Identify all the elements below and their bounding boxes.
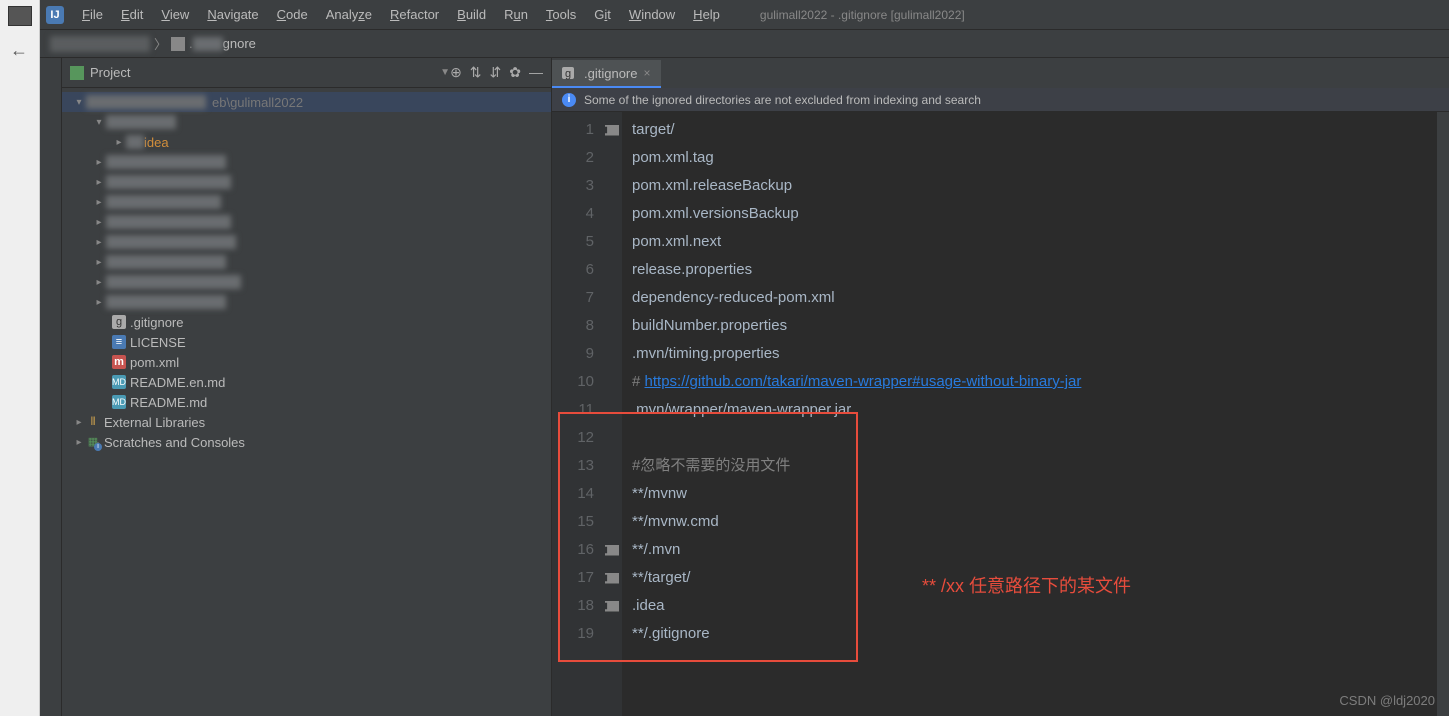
text-icon: ≡ bbox=[112, 335, 126, 349]
tree-root[interactable]: ▾ eb\gulimall2022 bbox=[62, 92, 551, 112]
window-icon bbox=[8, 6, 32, 26]
tree-idea-folder[interactable]: ▸idea bbox=[62, 132, 551, 152]
editor-notification[interactable]: i Some of the ignored directories are no… bbox=[552, 88, 1449, 112]
editor-tab-gitignore[interactable]: g .gitignore × bbox=[552, 60, 661, 88]
menu-git[interactable]: Git bbox=[586, 3, 619, 26]
gitignore-icon: g bbox=[112, 315, 126, 329]
tree-file-gitignore[interactable]: g.gitignore bbox=[62, 312, 551, 332]
code-content[interactable]: target/pom.xml.tagpom.xml.releaseBackupp… bbox=[622, 112, 1449, 716]
hide-icon[interactable]: — bbox=[529, 64, 543, 81]
fold-gutter bbox=[602, 112, 622, 716]
library-icon: ⫴ bbox=[86, 415, 100, 429]
tree-file-readme-en[interactable]: MDREADME.en.md bbox=[62, 372, 551, 392]
breadcrumb-blurred bbox=[193, 37, 223, 51]
back-arrow: ← bbox=[10, 40, 28, 61]
menu-run[interactable]: Run bbox=[496, 3, 536, 26]
maven-icon: m bbox=[112, 355, 126, 369]
menu-tools[interactable]: Tools bbox=[538, 3, 584, 26]
tree-file-readme[interactable]: MDREADME.md bbox=[62, 392, 551, 412]
project-tool-window: Project ▼ ⊕ ⇅ ⇵ ✿ — ▾ eb\gulimall2022 ▾ … bbox=[62, 58, 552, 716]
menu-file[interactable]: File bbox=[74, 3, 111, 26]
expand-all-icon[interactable]: ⇅ bbox=[470, 64, 482, 81]
code-editor[interactable]: 12345678910111213141516171819 target/pom… bbox=[552, 112, 1449, 716]
breadcrumb-bar: 〉 . gnore bbox=[40, 30, 1449, 58]
tree-folder[interactable]: ▸ bbox=[62, 192, 551, 212]
markdown-icon: MD bbox=[112, 375, 126, 389]
tree-file-license[interactable]: ≡LICENSE bbox=[62, 332, 551, 352]
file-icon bbox=[171, 37, 185, 51]
line-number-gutter: 12345678910111213141516171819 bbox=[552, 112, 602, 716]
menu-refactor[interactable]: Refactor bbox=[382, 3, 447, 26]
external-browser-frame: ← bbox=[0, 0, 40, 716]
ide-window: IJ File Edit View Navigate Code Analyze … bbox=[40, 0, 1449, 716]
notification-text: Some of the ignored directories are not … bbox=[584, 93, 981, 107]
dropdown-icon[interactable]: ▼ bbox=[440, 67, 450, 78]
watermark: CSDN @ldj2020 bbox=[1339, 693, 1435, 708]
select-opened-icon[interactable]: ⊕ bbox=[450, 64, 462, 81]
menu-navigate[interactable]: Navigate bbox=[199, 3, 266, 26]
editor-scrollbar[interactable] bbox=[1437, 112, 1449, 716]
info-icon: i bbox=[562, 93, 576, 107]
scratches-icon: ▦ bbox=[86, 435, 100, 449]
annotation-text: ** /xx 任意路径下的某文件 bbox=[922, 572, 1131, 598]
collapse-all-icon[interactable]: ⇵ bbox=[490, 64, 502, 81]
intellij-logo-icon: IJ bbox=[46, 6, 64, 24]
tool-window-gutter[interactable] bbox=[40, 58, 62, 716]
menu-code[interactable]: Code bbox=[269, 3, 316, 26]
menu-analyze[interactable]: Analyze bbox=[318, 3, 380, 26]
tab-label: .gitignore bbox=[584, 66, 637, 81]
editor-tab-bar: g .gitignore × bbox=[552, 58, 1449, 88]
breadcrumb-blurred bbox=[50, 36, 150, 52]
markdown-icon: MD bbox=[112, 395, 126, 409]
project-header: Project ▼ ⊕ ⇅ ⇵ ✿ — bbox=[62, 58, 551, 88]
project-icon bbox=[70, 66, 84, 80]
window-title: gulimall2022 - .gitignore [gulimall2022] bbox=[760, 8, 965, 22]
tree-folder[interactable]: ▸ bbox=[62, 152, 551, 172]
menu-window[interactable]: Window bbox=[621, 3, 683, 26]
breadcrumb-text: gnore bbox=[223, 36, 256, 51]
project-tree[interactable]: ▾ eb\gulimall2022 ▾ ▸idea ▸ ▸ ▸ ▸ ▸ ▸ ▸ … bbox=[62, 88, 551, 716]
gitignore-icon: g bbox=[562, 67, 574, 79]
menu-build[interactable]: Build bbox=[449, 3, 494, 26]
menu-view[interactable]: View bbox=[153, 3, 197, 26]
close-tab-icon[interactable]: × bbox=[643, 66, 650, 80]
project-label[interactable]: Project bbox=[90, 65, 436, 80]
tree-external-libraries[interactable]: ▸⫴External Libraries bbox=[62, 412, 551, 432]
menu-bar: IJ File Edit View Navigate Code Analyze … bbox=[40, 0, 1449, 30]
editor-panel: g .gitignore × i Some of the ignored dir… bbox=[552, 58, 1449, 716]
settings-icon[interactable]: ✿ bbox=[509, 64, 521, 81]
menu-edit[interactable]: Edit bbox=[113, 3, 151, 26]
menu-help[interactable]: Help bbox=[685, 3, 728, 26]
tree-folder[interactable]: ▸ bbox=[62, 292, 551, 312]
tree-folder[interactable]: ▾ bbox=[62, 112, 551, 132]
tree-folder[interactable]: ▸ bbox=[62, 232, 551, 252]
tree-file-pom[interactable]: mpom.xml bbox=[62, 352, 551, 372]
tree-folder[interactable]: ▸ bbox=[62, 172, 551, 192]
tree-folder[interactable]: ▸ bbox=[62, 252, 551, 272]
tree-folder[interactable]: ▸ bbox=[62, 272, 551, 292]
tree-folder[interactable]: ▸ bbox=[62, 212, 551, 232]
tree-scratches[interactable]: ▸▦Scratches and Consoles bbox=[62, 432, 551, 452]
